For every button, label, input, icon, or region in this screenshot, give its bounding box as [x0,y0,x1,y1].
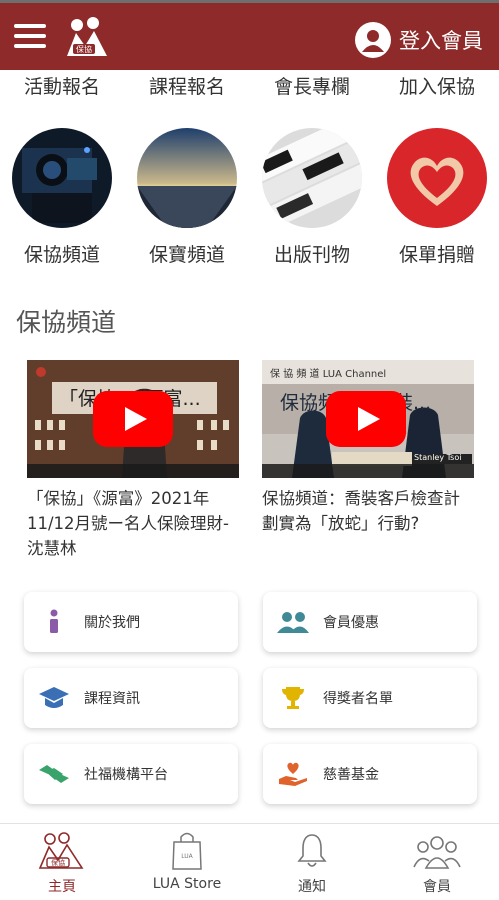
shopping-bag-icon: LUA [125,824,249,870]
quick-link-event-signup[interactable]: 活動報名 [0,72,124,99]
circle-link-baobao-channel[interactable]: 保寶頻道 [125,128,249,267]
nav-label: LUA Store [152,876,222,892]
circle-link-label: 保寶頻道 [148,244,225,266]
circle-link-label: 保協頻道 [23,244,100,266]
menu-card-about-us[interactable]: 關於我們 [24,592,238,652]
sunset-image [137,128,237,228]
video-thumb-name: Stanley Tsoi [414,453,462,462]
menu-card-award-winners[interactable]: 得獎者名單 [263,668,477,728]
video-title[interactable]: 保協頻道：喬裝客戶檢查計劃實為「放蛇」行動? [262,486,474,536]
hamburger-menu-icon[interactable] [14,24,46,48]
login-label: 登入會員 [399,29,483,53]
info-icon [24,592,84,652]
nav-tab-members[interactable]: 會員 [375,824,499,900]
trophy-icon [263,668,323,728]
quick-link-president-column[interactable]: 會長專欄 [250,72,374,99]
bell-icon [250,824,374,870]
nav-tab-home[interactable]: 保協 主頁 [0,824,124,900]
circle-link-label: 出版刊物 [273,244,350,266]
bottom-navigation: 保協 主頁 LUA LUA Store 通知 會員 [0,823,499,900]
quick-links-row: 活動報名 課程報名 會長專欄 加入保協 [0,70,499,106]
camera-image [12,128,112,228]
group-icon [375,824,499,870]
members-icon [263,592,323,652]
app-header: 保協 登入會員 [0,3,499,70]
menu-card-charity-fund[interactable]: 慈善基金 [263,744,477,804]
nav-tab-lua-store[interactable]: LUA LUA Store [125,824,249,900]
svg-text:保協: 保協 [51,858,65,867]
lua-logo[interactable]: 保協 [63,16,117,60]
menu-card-label: 得獎者名單 [323,691,393,707]
home-logo-icon: 保協 [0,824,124,870]
menu-card-member-offers[interactable]: 會員優惠 [263,592,477,652]
heart-hands-image [387,128,487,228]
charity-heart-icon [263,744,323,804]
nav-label: 會員 [423,879,451,895]
menu-card-label: 慈善基金 [323,767,379,783]
circle-link-lua-channel[interactable]: 保協頻道 [0,128,124,267]
menu-card-course-info[interactable]: 課程資訊 [24,668,238,728]
video-card[interactable]: 「保協」《源富... 「保協」《源富》2021年11/12月號ー名人保險理財- … [27,360,239,561]
nav-label: 通知 [298,879,326,895]
video-title[interactable]: 「保協」《源富》2021年11/12月號ー名人保險理財- 沈慧林 [27,486,239,561]
section-title-lua-channel: 保協頻道 [16,308,117,337]
handshake-icon [24,744,84,804]
video-thumbnail[interactable]: 保 協 頻 道 LUA Channel 保協頻道：喬裝... Stanley T… [262,360,474,478]
quick-link-join[interactable]: 加入保協 [375,72,499,99]
youtube-play-icon[interactable] [326,391,406,447]
quick-link-course-signup[interactable]: 課程報名 [125,72,249,99]
video-card[interactable]: 保 協 頻 道 LUA Channel 保協頻道：喬裝... Stanley T… [262,360,474,536]
svg-text:保協: 保協 [76,44,92,54]
login-button[interactable]: 登入會員 [355,20,483,60]
menu-card-label: 會員優惠 [323,615,379,631]
svg-text:LUA: LUA [181,853,193,860]
menu-card-label: 關於我們 [84,615,140,631]
menu-card-label: 社福機構平台 [84,767,168,783]
video-thumbnail[interactable]: 「保協」《源富... [27,360,239,478]
menu-card-label: 課程資訊 [84,691,140,707]
circle-link-label: 保單捐贈 [398,244,475,266]
graduation-cap-icon [24,668,84,728]
video-thumb-banner: 保 協 頻 道 LUA Channel [270,369,387,380]
newspaper-image [262,128,362,228]
nav-tab-notifications[interactable]: 通知 [250,824,374,900]
nav-label: 主頁 [48,879,76,895]
user-avatar-icon [355,22,391,58]
circle-link-publications[interactable]: 出版刊物 [250,128,374,267]
youtube-play-icon[interactable] [93,391,173,447]
circle-link-policy-donation[interactable]: 保單捐贈 [375,128,499,267]
menu-card-social-welfare[interactable]: 社福機構平台 [24,744,238,804]
